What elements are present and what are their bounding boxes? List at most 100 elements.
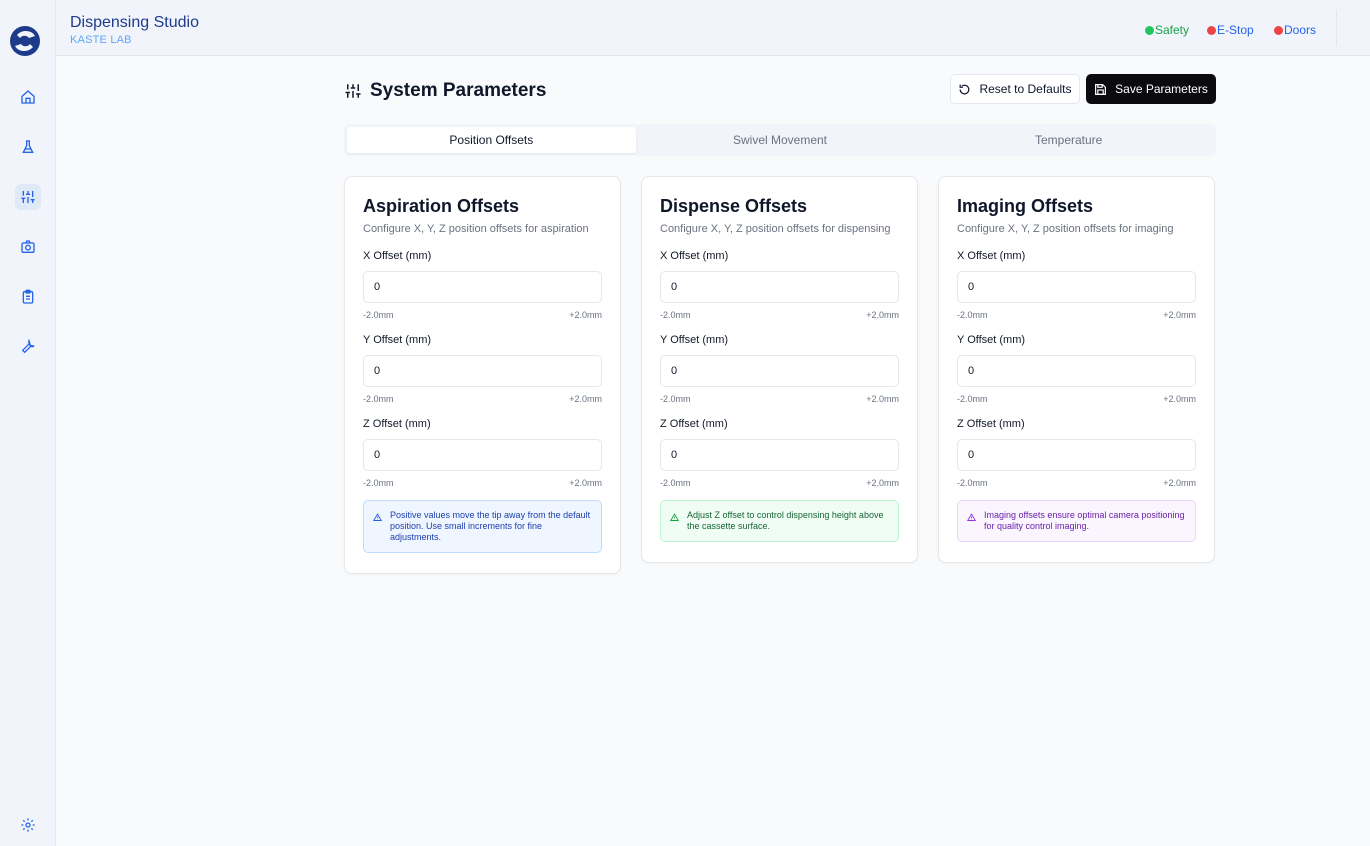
range-min: -2.0mm <box>660 478 691 488</box>
imaging-y-offset-input[interactable]: 0 <box>957 355 1196 387</box>
dispense-y-offset-input[interactable]: 0 <box>660 355 899 387</box>
save-parameters-label: Save Parameters <box>1115 82 1208 96</box>
camera-icon <box>21 240 35 253</box>
range-max: +2.0mm <box>866 310 899 320</box>
field-label: X Offset (mm) <box>957 250 1026 262</box>
imaging-offsets-card: Imaging Offsets Configure X, Y, Z positi… <box>938 176 1215 563</box>
range-max: +2.0mm <box>1163 478 1196 488</box>
card-description: Configure X, Y, Z position offsets for d… <box>660 223 891 235</box>
range-hint: -2.0mm +2.0mm <box>363 394 602 404</box>
aspiration-y-offset-input[interactable]: 0 <box>363 355 602 387</box>
info-note: Adjust Z offset to control dispensing he… <box>660 500 899 542</box>
warning-icon <box>373 513 382 521</box>
range-max: +2.0mm <box>569 478 602 488</box>
z-offset-field: Z Offset (mm) 0 -2.0mm +2.0mm <box>957 418 1196 488</box>
range-hint: -2.0mm +2.0mm <box>660 394 899 404</box>
reset-defaults-button[interactable]: Reset to Defaults <box>950 74 1080 104</box>
range-min: -2.0mm <box>957 310 988 320</box>
status-dot-icon <box>1274 25 1283 35</box>
sliders-icon <box>21 191 35 203</box>
card-title: Dispense Offsets <box>660 196 808 216</box>
card-title: Aspiration Offsets <box>363 196 520 216</box>
y-offset-field: Y Offset (mm) 0 -2.0mm +2.0mm <box>660 334 899 404</box>
sidebar-item-flask[interactable] <box>15 134 41 160</box>
imaging-z-offset-input[interactable]: 0 <box>957 439 1196 471</box>
range-min: -2.0mm <box>363 394 394 404</box>
home-icon <box>21 90 35 104</box>
range-min: -2.0mm <box>660 394 691 404</box>
aspiration-z-offset-input[interactable]: 0 <box>363 439 602 471</box>
range-max: +2.0mm <box>866 394 899 404</box>
reset-defaults-label: Reset to Defaults <box>979 82 1072 96</box>
range-min: -2.0mm <box>957 394 988 404</box>
status-safety: Safety <box>1145 23 1189 37</box>
app-logo-icon[interactable] <box>8 24 42 58</box>
card-title: Imaging Offsets <box>957 196 1094 216</box>
field-label: Y Offset (mm) <box>957 334 1026 346</box>
wrench-icon <box>21 339 35 354</box>
sidebar-item-home[interactable] <box>15 84 41 110</box>
z-offset-field: Z Offset (mm) 0 -2.0mm +2.0mm <box>363 418 602 488</box>
range-max: +2.0mm <box>866 478 899 488</box>
status-dot-icon <box>1145 25 1154 35</box>
tab-position-offsets[interactable]: Position Offsets <box>347 127 636 153</box>
card-description: Configure X, Y, Z position offsets for i… <box>957 223 1174 235</box>
top-header: Dispensing Studio KASTE LAB Safety E-Sto… <box>56 0 1370 56</box>
status-doors: Doors <box>1274 23 1316 37</box>
sidebar-item-clipboard[interactable] <box>15 284 41 310</box>
info-note: Positive values move the tip away from t… <box>363 500 602 553</box>
dispense-offsets-card: Dispense Offsets Configure X, Y, Z posit… <box>641 176 918 563</box>
sliders-icon <box>345 84 361 98</box>
field-label: X Offset (mm) <box>660 250 729 262</box>
x-offset-field: X Offset (mm) 0 -2.0mm +2.0mm <box>660 250 899 320</box>
range-hint: -2.0mm +2.0mm <box>363 310 602 320</box>
status-label: Doors <box>1284 23 1317 37</box>
info-note: Imaging offsets ensure optimal camera po… <box>957 500 1196 542</box>
page-title: System Parameters <box>344 80 546 102</box>
field-label: Z Offset (mm) <box>660 418 728 430</box>
reset-icon <box>960 84 970 94</box>
dispense-z-offset-input[interactable]: 0 <box>660 439 899 471</box>
status-label: Safety <box>1155 23 1190 37</box>
header-divider <box>1336 10 1337 46</box>
y-offset-field: Y Offset (mm) 0 -2.0mm +2.0mm <box>363 334 602 404</box>
save-parameters-button[interactable]: Save Parameters <box>1086 74 1216 104</box>
range-max: +2.0mm <box>569 394 602 404</box>
range-max: +2.0mm <box>1163 394 1196 404</box>
range-min: -2.0mm <box>363 478 394 488</box>
field-label: Z Offset (mm) <box>363 418 431 430</box>
note-text: Adjust Z offset to control dispensing he… <box>687 510 884 531</box>
sidebar-item-settings[interactable] <box>15 812 41 838</box>
field-label: Z Offset (mm) <box>957 418 1025 430</box>
app-title: Dispensing Studio <box>70 14 199 31</box>
range-hint: -2.0mm +2.0mm <box>957 394 1196 404</box>
range-min: -2.0mm <box>363 310 394 320</box>
z-offset-field: Z Offset (mm) 0 -2.0mm +2.0mm <box>660 418 899 488</box>
field-label: Y Offset (mm) <box>363 334 432 346</box>
sidebar-item-parameters[interactable] <box>15 184 41 210</box>
y-offset-field: Y Offset (mm) 0 -2.0mm +2.0mm <box>957 334 1196 404</box>
tab-temperature[interactable]: Temperature <box>924 127 1213 153</box>
imaging-x-offset-input[interactable]: 0 <box>957 271 1196 303</box>
x-offset-field: X Offset (mm) 0 -2.0mm +2.0mm <box>363 250 602 320</box>
aspiration-x-offset-input[interactable]: 0 <box>363 271 602 303</box>
warning-icon <box>967 513 976 521</box>
x-offset-field: X Offset (mm) 0 -2.0mm +2.0mm <box>957 250 1196 320</box>
range-max: +2.0mm <box>569 310 602 320</box>
dispense-x-offset-input[interactable]: 0 <box>660 271 899 303</box>
sidebar-item-tools[interactable] <box>15 334 41 360</box>
warning-icon <box>670 513 679 521</box>
tab-swivel-movement[interactable]: Swivel Movement <box>636 127 925 153</box>
sidebar <box>0 0 56 846</box>
card-description: Configure X, Y, Z position offsets for a… <box>363 223 589 235</box>
sidebar-item-camera[interactable] <box>15 234 41 260</box>
range-hint: -2.0mm +2.0mm <box>957 310 1196 320</box>
aspiration-offsets-card: Aspiration Offsets Configure X, Y, Z pos… <box>344 176 621 574</box>
status-dot-icon <box>1207 25 1216 35</box>
clipboard-icon <box>22 289 34 304</box>
note-text: Positive values move the tip away from t… <box>390 510 591 542</box>
range-hint: -2.0mm +2.0mm <box>363 478 602 488</box>
flask-icon <box>22 140 34 153</box>
range-hint: -2.0mm +2.0mm <box>660 310 899 320</box>
gear-icon <box>21 818 35 832</box>
